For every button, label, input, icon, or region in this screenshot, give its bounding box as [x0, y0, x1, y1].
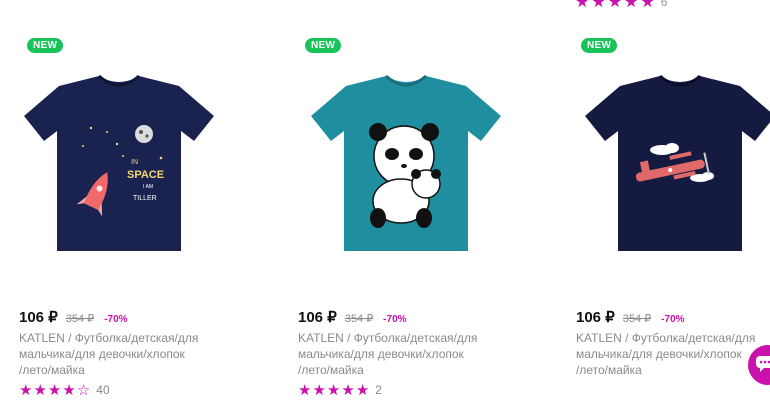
star-icon: ★	[33, 382, 47, 399]
svg-text:IN: IN	[131, 159, 138, 166]
product-title[interactable]: KATLEN / Футболка/детская/для мальчика/д…	[576, 330, 770, 378]
previous-row-rating: ★ ★ ★ ★ ★ 6	[575, 0, 667, 12]
product-card[interactable]: NEW 106 ₽ 354 ₽ -70% KATLEN / Футболка/д…	[298, 36, 548, 407]
old-price: 354 ₽	[65, 313, 95, 325]
product-image[interactable]	[580, 66, 770, 256]
price-row: 106 ₽ 354 ₽ -70%	[19, 308, 128, 326]
star-icon: ★	[341, 382, 355, 399]
star-icon: ★	[298, 382, 312, 399]
star-icon: ★	[19, 382, 33, 399]
price-row: 106 ₽ 354 ₽ -70%	[298, 308, 407, 326]
review-count: 2	[375, 383, 382, 397]
svg-text:TILLER: TILLER	[133, 195, 157, 202]
star-icon: ★	[624, 0, 639, 11]
current-price: 106 ₽	[298, 309, 337, 326]
star-icon: ★	[312, 382, 326, 399]
new-badge: NEW	[581, 38, 618, 53]
discount-label: -70%	[104, 314, 128, 325]
discount-label: -70%	[661, 314, 685, 325]
product-image[interactable]: IN SPACE I AM TILLER	[19, 66, 219, 256]
old-price: 354 ₽	[622, 313, 652, 325]
star-outline-icon: ☆	[76, 382, 91, 399]
product-title[interactable]: KATLEN / Футболка/детская/для мальчика/д…	[298, 330, 498, 378]
product-rating: ★ ★ ★ ★ ★ 2	[298, 381, 382, 399]
current-price: 106 ₽	[19, 309, 58, 326]
current-price: 106 ₽	[576, 309, 615, 326]
tshirt-shape	[24, 76, 214, 251]
svg-text:SPACE: SPACE	[127, 169, 164, 181]
star-icon: ★	[607, 0, 623, 11]
product-grid-page: ★ ★ ★ ★ ★ 6 NEW IN SPACE I AM TILLER 106…	[0, 0, 770, 407]
discount-label: -70%	[383, 314, 407, 325]
star-icon: ★	[640, 0, 655, 11]
tshirt-shape	[585, 76, 770, 251]
star-icon: ★	[62, 382, 76, 399]
star-icon: ★	[591, 0, 606, 11]
svg-text:I AM: I AM	[143, 184, 153, 190]
star-icon: ★	[355, 382, 370, 399]
old-price: 354 ₽	[344, 313, 374, 325]
chat-bubble-icon	[756, 355, 770, 375]
review-count: 40	[96, 383, 110, 397]
star-icon: ★	[575, 0, 590, 11]
product-rating: ★ ★ ★ ★ ☆ 40	[19, 381, 110, 399]
new-badge: NEW	[27, 38, 64, 53]
product-card[interactable]: NEW 106 ₽ 354 ₽ -70% KATLEN / Футболка/д…	[576, 36, 770, 407]
product-card[interactable]: NEW IN SPACE I AM TILLER 106 ₽ 354 ₽ -70…	[19, 36, 269, 407]
product-image[interactable]	[306, 66, 506, 256]
new-badge: NEW	[305, 38, 342, 53]
star-icon: ★	[47, 382, 62, 399]
product-title[interactable]: KATLEN / Футболка/детская/для мальчика/д…	[19, 330, 219, 378]
price-row: 106 ₽ 354 ₽ -70%	[576, 308, 685, 326]
review-count: 6	[660, 0, 668, 9]
star-icon: ★	[326, 382, 341, 399]
